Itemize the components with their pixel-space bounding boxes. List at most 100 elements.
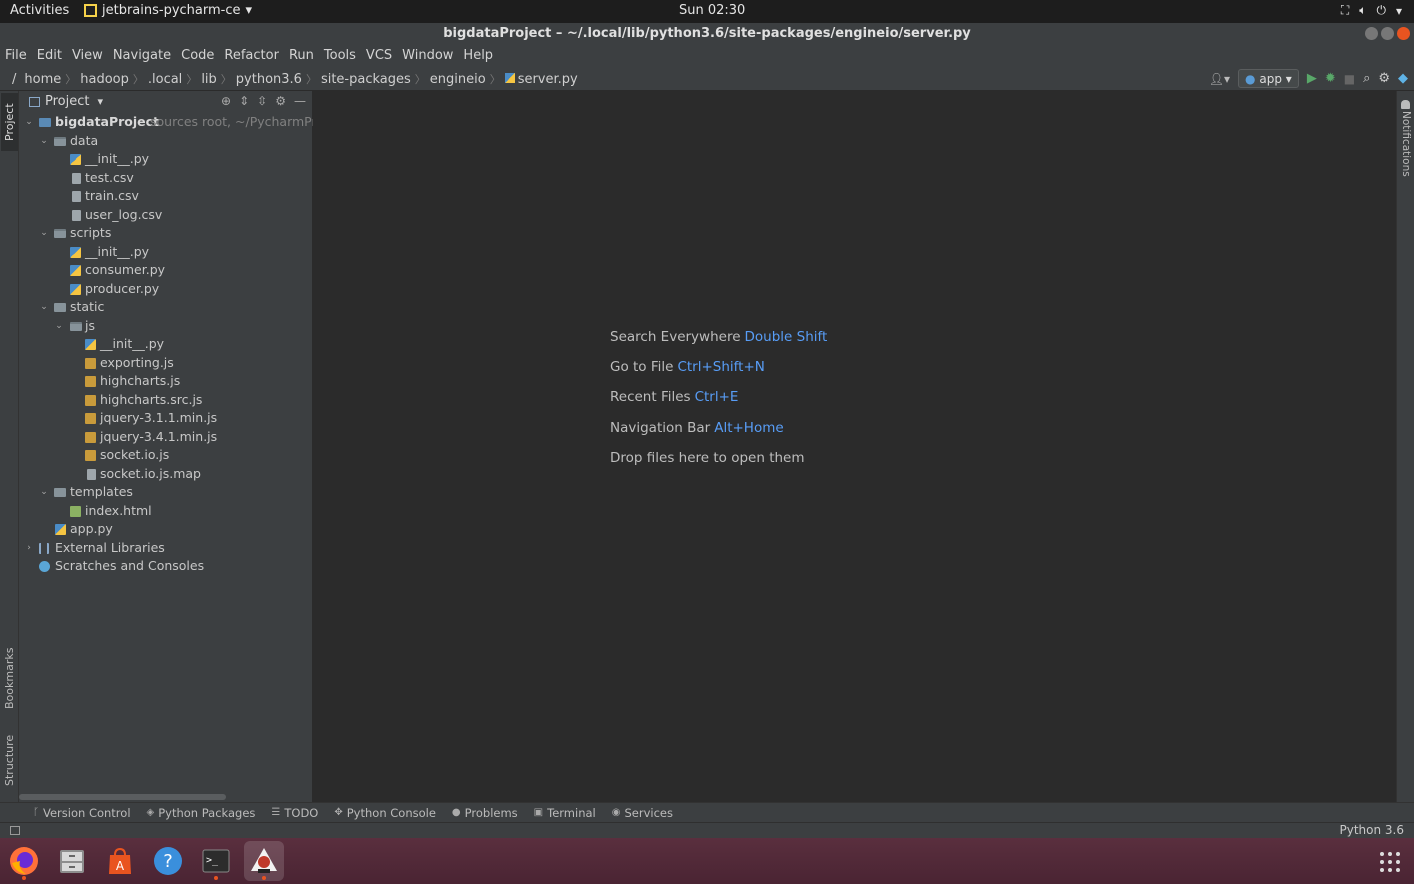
menu-help[interactable]: Help (458, 45, 498, 67)
search-icon[interactable]: ⌕ (1363, 71, 1370, 86)
tree-item[interactable]: ⌄ templates (19, 483, 313, 502)
breadcrumb-current-file[interactable]: server.py (501, 72, 582, 87)
toggle-tool-windows-icon[interactable] (10, 826, 20, 835)
structure-tool-tab[interactable]: Structure (1, 727, 18, 793)
tree-item-external-libraries[interactable]: › External Libraries (19, 539, 313, 558)
menu-edit[interactable]: Edit (32, 45, 67, 67)
menu-tools[interactable]: Tools (319, 45, 361, 67)
tree-item[interactable]: __init__.py (19, 335, 313, 354)
tool-todo[interactable]: ☰ TODO (266, 806, 323, 820)
tree-item[interactable]: exporting.js (19, 354, 313, 373)
chevron-down-icon[interactable]: ⌄ (39, 483, 49, 502)
tree-item[interactable]: highcharts.js (19, 372, 313, 391)
project-tool-tab[interactable]: Project (1, 93, 18, 151)
chevron-down-icon[interactable]: ▾ (97, 95, 103, 108)
settings-icon[interactable]: ⚙ (1378, 71, 1390, 86)
chevron-down-icon[interactable]: ⌄ (39, 224, 49, 243)
shortcut-key[interactable]: Ctrl+Shift+N (677, 359, 764, 375)
tree-item-root[interactable]: ⌄ bigdataProject sources root, ~/Pycharm… (19, 113, 324, 132)
tree-item[interactable]: ⌄ scripts (19, 224, 313, 243)
run-icon[interactable]: ▶ (1307, 71, 1317, 86)
tree-item[interactable]: train.csv (19, 187, 313, 206)
python-interpreter-status[interactable]: Python 3.6 (1340, 823, 1405, 837)
menu-file[interactable]: File (0, 45, 32, 67)
expand-all-icon[interactable]: ⇕ (239, 94, 249, 108)
shortcut-key[interactable]: Ctrl+E (695, 389, 739, 405)
activities-button[interactable]: Activities (10, 3, 69, 18)
menu-window[interactable]: Window (397, 45, 458, 67)
plugins-icon[interactable]: ◆ (1398, 71, 1408, 86)
breadcrumb-item[interactable]: hadoop (76, 72, 133, 87)
horizontal-scrollbar[interactable] (19, 794, 226, 800)
tree-item[interactable]: jquery-3.1.1.min.js (19, 409, 313, 428)
tree-item[interactable]: __init__.py (19, 150, 313, 169)
tool-terminal[interactable]: ▣ Terminal (529, 806, 601, 820)
tree-item[interactable]: socket.io.js.map (19, 465, 313, 484)
breadcrumb-item[interactable]: home (20, 72, 65, 87)
tree-item[interactable]: ⌄ js (19, 317, 313, 336)
close-button[interactable] (1397, 27, 1410, 40)
help-launcher[interactable]: ? (148, 841, 188, 881)
tree-item[interactable]: consumer.py (19, 261, 313, 280)
user-account-icon[interactable]: 👤︎▾ (1209, 72, 1230, 86)
firefox-launcher[interactable] (4, 841, 44, 881)
menu-code[interactable]: Code (176, 45, 219, 67)
breadcrumb-item[interactable]: python3.6 (232, 72, 306, 87)
tree-item[interactable]: test.csv (19, 169, 313, 188)
tool-python-packages[interactable]: ◈ Python Packages (142, 806, 261, 820)
stop-icon[interactable]: ■ (1344, 72, 1355, 86)
project-view-title[interactable]: Project (45, 94, 89, 109)
menu-run[interactable]: Run (284, 45, 319, 67)
tree-item-scratches[interactable]: Scratches and Consoles (19, 557, 313, 576)
chevron-down-icon[interactable]: ⌄ (24, 113, 34, 132)
system-tray[interactable]: ⛶ 🔈︎ ⏻ ▾ (1341, 3, 1402, 18)
show-applications-icon[interactable] (1380, 852, 1400, 872)
menu-refactor[interactable]: Refactor (219, 45, 284, 67)
bookmarks-tool-tab[interactable]: Bookmarks (1, 643, 18, 713)
clock[interactable]: Sun 02:30 (679, 3, 745, 18)
tree-item[interactable]: __init__.py (19, 243, 313, 262)
breadcrumb-item[interactable]: .local (144, 72, 186, 87)
breadcrumb-item[interactable]: lib (197, 72, 220, 87)
tree-item[interactable]: socket.io.js (19, 446, 313, 465)
tree-item[interactable]: jquery-3.4.1.min.js (19, 428, 313, 447)
debug-icon[interactable]: ✹ (1325, 71, 1336, 86)
breadcrumb-item[interactable]: engineio (426, 72, 490, 87)
tree-item[interactable]: user_log.csv (19, 206, 313, 225)
menu-vcs[interactable]: VCS (361, 45, 397, 67)
breadcrumb-item[interactable]: / (8, 72, 20, 87)
tool-problems[interactable]: ● Problems (447, 806, 523, 820)
pycharm-launcher[interactable] (244, 841, 284, 881)
terminal-launcher[interactable]: >_ (196, 841, 236, 881)
chevron-down-icon[interactable]: ⌄ (39, 132, 49, 151)
shortcut-key[interactable]: Alt+Home (714, 420, 783, 436)
tree-item[interactable]: ⌄ data (19, 132, 313, 151)
tree-item[interactable]: index.html (19, 502, 313, 521)
hide-icon[interactable]: — (294, 94, 306, 108)
locate-icon[interactable]: ⊕ (221, 94, 231, 108)
software-launcher[interactable]: A (100, 841, 140, 881)
maximize-button[interactable] (1381, 27, 1394, 40)
shortcut-key[interactable]: Double Shift (745, 329, 828, 345)
tree-item[interactable]: ⌄ static (19, 298, 313, 317)
notifications-tool-tab[interactable]: Notifications (1398, 111, 1414, 177)
chevron-down-icon[interactable]: ⌄ (54, 317, 64, 336)
files-launcher[interactable] (52, 841, 92, 881)
minimize-button[interactable] (1365, 27, 1378, 40)
chevron-right-icon[interactable]: › (24, 539, 34, 558)
menu-navigate[interactable]: Navigate (108, 45, 176, 67)
tool-services[interactable]: ◉ Services (607, 806, 678, 820)
tool-version-control[interactable]: ᚴ Version Control (28, 806, 136, 820)
collapse-all-icon[interactable]: ⇳ (257, 94, 267, 108)
tree-item[interactable]: highcharts.src.js (19, 391, 313, 410)
gear-icon[interactable]: ⚙ (275, 94, 286, 108)
tool-python-console[interactable]: ✥ Python Console (329, 806, 441, 820)
tree-item[interactable]: producer.py (19, 280, 313, 299)
chevron-down-icon[interactable]: ⌄ (39, 298, 49, 317)
list-icon: ☰ (271, 807, 281, 818)
run-configuration-select[interactable]: ● app ▾ (1238, 69, 1299, 88)
menu-view[interactable]: View (67, 45, 108, 67)
breadcrumb-item[interactable]: site-packages (317, 72, 415, 87)
app-menu[interactable]: jetbrains-pycharm-ce ▾ (84, 3, 252, 18)
tree-item[interactable]: app.py (19, 520, 313, 539)
